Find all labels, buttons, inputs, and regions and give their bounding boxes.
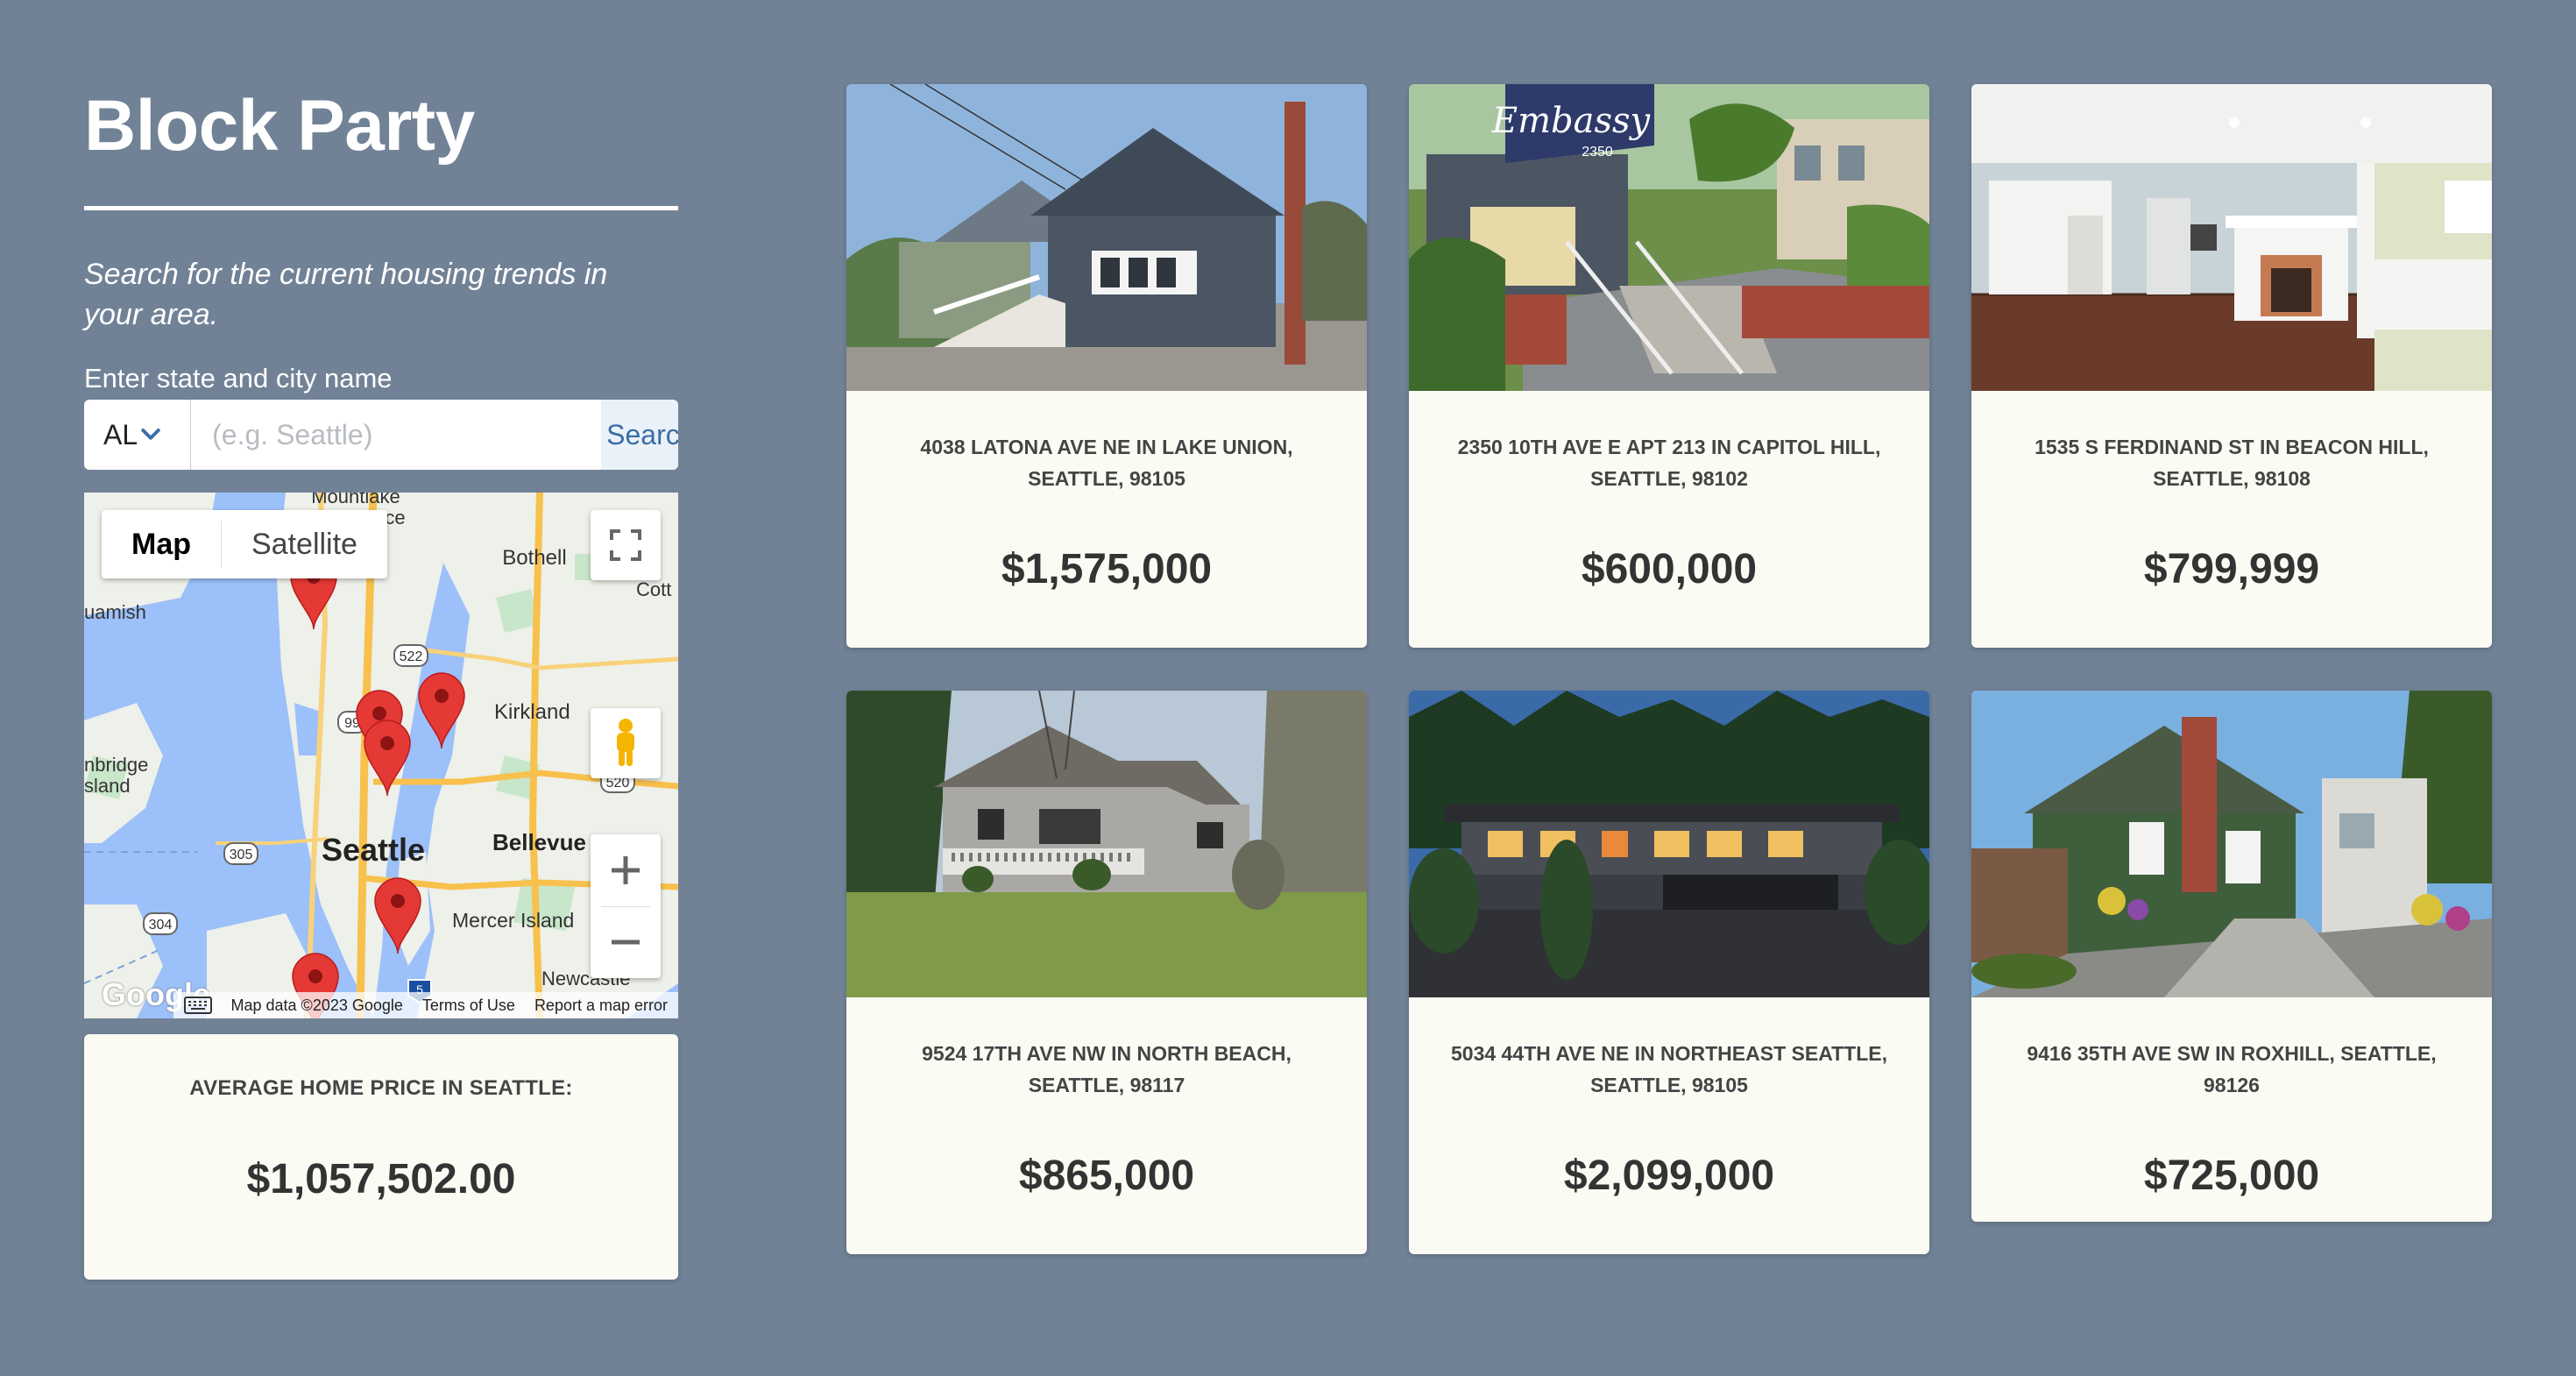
- listing-address: 1535 S FERDINAND ST IN BEACON HILL, SEAT…: [2035, 436, 2429, 490]
- state-select[interactable]: AL: [84, 400, 192, 470]
- map-label: nbridge: [84, 754, 148, 776]
- listing-price: $799,999: [2143, 546, 2320, 592]
- zoom-out-button[interactable]: [591, 907, 661, 979]
- map-label: Kirkland: [494, 700, 570, 724]
- map-label: Bellevue: [492, 829, 586, 855]
- listing-card[interactable]: Embassy 2350 2350 10TH AVE E APT 213 IN …: [1409, 84, 1929, 648]
- listing-photo: [846, 691, 1367, 997]
- map-type-map[interactable]: Map: [102, 510, 221, 578]
- keyboard-icon[interactable]: [183, 997, 212, 1014]
- chevron-down-icon: [141, 429, 160, 440]
- listing-card[interactable]: 9524 17TH AVE NW IN NORTH BEACH, SEATTLE…: [846, 691, 1367, 1254]
- map-label: sland: [84, 775, 131, 797]
- map-label: uamish: [84, 601, 146, 623]
- street-view-button[interactable]: [591, 708, 661, 778]
- listing-address: 5034 44TH AVE NE IN NORTHEAST SEATTLE, S…: [1450, 1042, 1887, 1096]
- listing-card[interactable]: 9416 35TH AVE SW IN ROXHILL, SEATTLE, 98…: [1971, 691, 2492, 1222]
- listing-price: $1,575,000: [1001, 546, 1213, 592]
- listing-price: $2,099,000: [1563, 1153, 1775, 1199]
- map-type-toggle: Map Satellite: [102, 510, 387, 578]
- listing-card[interactable]: 5034 44TH AVE NE IN NORTHEAST SEATTLE, S…: [1409, 691, 1929, 1254]
- listing-photo: [846, 84, 1367, 391]
- map-label: Bothell: [502, 546, 566, 570]
- listing-photo: [1971, 691, 2492, 997]
- plus-icon: [612, 855, 640, 884]
- listing-address: 9416 35TH AVE SW IN ROXHILL, SEATTLE, 98…: [2027, 1042, 2437, 1096]
- map-label: Cott: [636, 578, 671, 600]
- zoom-in-button[interactable]: [591, 834, 661, 906]
- app-tagline: Search for the current housing trends in…: [84, 258, 608, 331]
- listing-address: 2350 10TH AVE E APT 213 IN CAPITOL HILL,…: [1457, 436, 1881, 490]
- map-view[interactable]: 522 99 520 305 304 5 Mountlake Bothell C…: [84, 493, 678, 1018]
- svg-text:304: 304: [149, 918, 173, 933]
- listing-price: $865,000: [1018, 1153, 1195, 1199]
- minus-icon: [612, 940, 640, 945]
- sidebar-panel: Block Party Search for the current housi…: [84, 84, 678, 1280]
- state-select-value: AL: [103, 418, 138, 450]
- listing-photo: [1971, 84, 2492, 391]
- embassy-sign-text: Embassy: [1491, 101, 1652, 141]
- route-shield: 304: [143, 912, 178, 935]
- listing-price: $600,000: [1581, 546, 1758, 592]
- report-map-error-link[interactable]: Report a map error: [534, 997, 668, 1015]
- average-price-label: AVERAGE HOME PRICE IN SEATTLE:: [189, 1076, 573, 1100]
- fullscreen-button[interactable]: [591, 510, 661, 580]
- listing-card[interactable]: 4038 LATONA AVE NE IN LAKE UNION, SEATTL…: [846, 84, 1367, 648]
- listing-price: $725,000: [2143, 1153, 2320, 1199]
- zoom-control: [591, 834, 661, 978]
- pegman-icon: [617, 719, 634, 766]
- map-type-satellite[interactable]: Satellite: [222, 510, 387, 578]
- listing-photo: Embassy 2350: [1409, 84, 1929, 391]
- average-price-value: $1,057,502.00: [246, 1156, 516, 1202]
- listing-address: 4038 LATONA AVE NE IN LAKE UNION, SEATTL…: [920, 436, 1293, 490]
- map-footer: Map data ©2023 Google Terms of Use Repor…: [84, 992, 678, 1018]
- route-shield: 305: [223, 842, 258, 865]
- svg-text:522: 522: [400, 649, 423, 664]
- embassy-sign-number: 2350: [1582, 145, 1613, 160]
- search-bar: AL Search: [84, 400, 678, 470]
- route-shield: 522: [393, 644, 428, 667]
- listing-address: 9524 17TH AVE NW IN NORTH BEACH, SEATTLE…: [922, 1042, 1292, 1096]
- terms-link[interactable]: Terms of Use: [422, 997, 515, 1015]
- map-label-seattle: Seattle: [322, 832, 425, 868]
- map-attribution: Map data ©2023 Google: [230, 996, 403, 1014]
- city-input[interactable]: [191, 400, 602, 470]
- average-price-card: AVERAGE HOME PRICE IN SEATTLE: $1,057,50…: [84, 1034, 678, 1280]
- listing-photo: [1409, 691, 1929, 997]
- title-divider: [84, 206, 678, 210]
- fullscreen-icon: [610, 529, 641, 561]
- search-button[interactable]: Search: [601, 400, 678, 470]
- listing-card[interactable]: 1535 S FERDINAND ST IN BEACON HILL, SEAT…: [1971, 84, 2492, 648]
- app-title: Block Party: [84, 86, 475, 166]
- map-label: Mercer Island: [452, 909, 574, 932]
- map-label: Mountlake: [311, 493, 400, 507]
- search-label: Enter state and city name: [84, 363, 393, 394]
- svg-text:305: 305: [230, 848, 253, 862]
